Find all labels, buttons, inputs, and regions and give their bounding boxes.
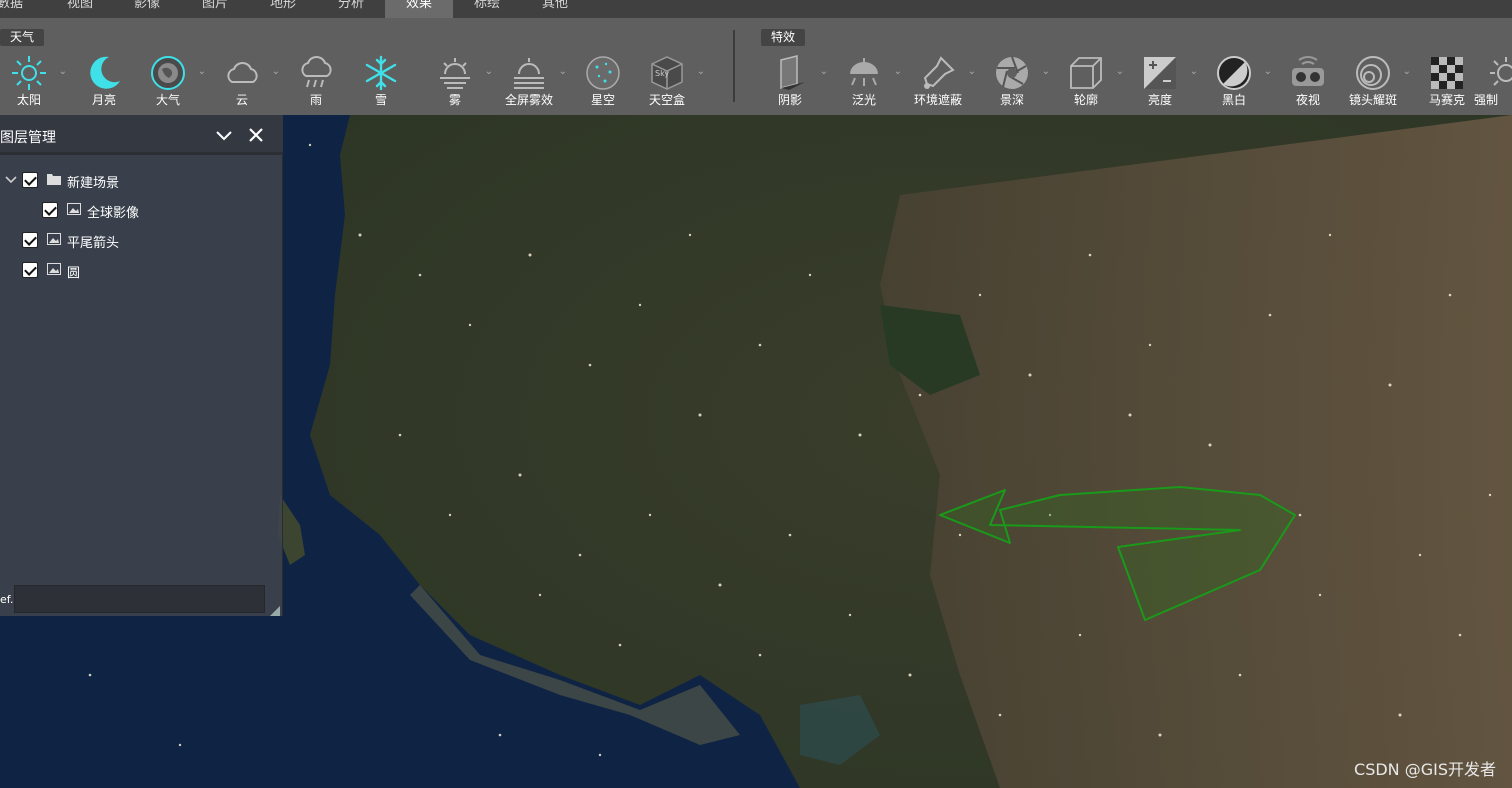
snow-button[interactable]: 雪 (345, 52, 417, 112)
skybox-icon: Sky (648, 54, 686, 92)
effects-group-label: 特效 (761, 29, 806, 46)
layer-checkbox[interactable] (42, 202, 58, 218)
sun-button[interactable]: ⌄ 太阳 (0, 52, 67, 112)
layer-filter-input[interactable] (14, 585, 265, 613)
chevron-down-icon[interactable]: ⌄ (272, 66, 280, 77)
layer-row-global-imagery[interactable]: 全球影像 (24, 200, 274, 222)
chevron-down-icon[interactable]: ⌄ (59, 66, 67, 77)
shadow-icon (771, 54, 809, 92)
brightness-icon (1141, 54, 1179, 92)
rain-icon (297, 54, 335, 92)
image-icon (47, 233, 61, 245)
atmosphere-icon (149, 54, 187, 92)
main-menu-bar: 數据 视图 影像 图片 地形 分析 效果 标绘 其他 (0, 0, 1512, 18)
watermark: CSDN @GIS开发者 (1354, 760, 1496, 779)
panel-title: 图层管理 (0, 130, 56, 146)
moon-icon (85, 54, 123, 92)
bloom-icon (845, 54, 883, 92)
chevron-down-icon[interactable]: ⌄ (198, 66, 206, 77)
layer-checkbox[interactable] (22, 262, 38, 278)
chevron-down-icon[interactable] (4, 173, 18, 187)
cloud-icon (223, 54, 261, 92)
chevron-down-icon[interactable]: ⌄ (1190, 66, 1198, 77)
chevron-down-icon[interactable]: ⌄ (968, 66, 976, 77)
force-button[interactable]: 强制 (1474, 52, 1512, 112)
panel-header: 图层管理 (0, 115, 283, 155)
night-vision-icon (1289, 54, 1327, 92)
tab-effects[interactable]: 效果 (385, 0, 453, 18)
close-icon[interactable] (246, 125, 266, 145)
chevron-down-icon[interactable]: ⌄ (485, 66, 493, 77)
chevron-down-icon[interactable]: ⌄ (1116, 66, 1124, 77)
svg-text:Sky: Sky (655, 69, 669, 78)
chevron-down-icon[interactable] (214, 125, 234, 145)
bloom-button[interactable]: ⌄ 泛光 (828, 52, 902, 112)
fog-icon (436, 54, 474, 92)
outline-button[interactable]: ⌄ 轮廓 (1050, 52, 1124, 112)
layer-row-new-scene[interactable]: 新建场景 (4, 170, 274, 192)
effects-ribbon: 天气 特效 ⌄ 太阳 月亮 ⌄ 大气 ⌄ 云 雨 雪 ⌄ 雾 ⌄ 全屏雾效 星空… (0, 18, 1512, 115)
depth-of-field-icon (993, 54, 1031, 92)
mosaic-icon (1428, 54, 1466, 92)
outline-icon (1067, 54, 1105, 92)
snow-icon (362, 54, 400, 92)
image-icon (47, 263, 61, 275)
skybox-button[interactable]: Sky ⌄ 天空盒 (631, 52, 705, 112)
tab-analysis[interactable]: 分析 (317, 0, 385, 18)
tab-other[interactable]: 其他 (521, 0, 589, 18)
sun-icon (10, 54, 48, 92)
shadow-button[interactable]: ⌄ 阴影 (754, 52, 828, 112)
footer-label: ef. (0, 593, 14, 606)
ambient-occlusion-button[interactable]: ⌄ 环境遮蔽 (902, 52, 976, 112)
chevron-down-icon[interactable]: ⌄ (1042, 66, 1050, 77)
force-icon (1487, 54, 1512, 92)
layer-row-tailed-arrow[interactable]: 平尾箭头 (4, 230, 274, 252)
layer-label: 平尾箭头 (67, 236, 120, 251)
layer-label: 全球影像 (87, 206, 140, 221)
chevron-down-icon[interactable]: ⌄ (559, 66, 567, 77)
tab-image[interactable]: 图片 (181, 0, 249, 18)
tab-imagery[interactable]: 影像 (113, 0, 181, 18)
folder-icon (47, 173, 61, 185)
mosaic-button[interactable]: 马赛克 (1411, 52, 1483, 112)
cloud-button[interactable]: ⌄ 云 (206, 52, 280, 112)
tab-terrain[interactable]: 地形 (249, 0, 317, 18)
fullscreen-fog-icon (510, 54, 548, 92)
black-white-icon (1215, 54, 1253, 92)
ribbon-separator (733, 30, 735, 102)
lens-flare-button[interactable]: ⌄ 镜头耀斑 (1337, 52, 1411, 112)
weather-group-label: 天气 (0, 29, 45, 46)
depth-of-field-button[interactable]: ⌄ 景深 (976, 52, 1050, 112)
layer-label: 圆 (67, 266, 81, 281)
image-icon (67, 203, 81, 215)
chevron-down-icon[interactable]: ⌄ (1403, 66, 1411, 77)
starry-sky-icon (584, 54, 622, 92)
chevron-down-icon[interactable]: ⌄ (1264, 66, 1272, 77)
layer-manager-panel: 图层管理 新建场景 全球影像 平尾箭头 圆 ef. (0, 115, 283, 616)
tab-plotting[interactable]: 标绘 (453, 0, 521, 18)
ambient-occlusion-icon (919, 54, 957, 92)
resize-grip-icon[interactable] (270, 601, 280, 616)
tab-data[interactable]: 數据 (0, 0, 44, 18)
layer-label: 新建场景 (67, 176, 120, 191)
brightness-button[interactable]: ⌄ 亮度 (1124, 52, 1198, 112)
layer-row-circle[interactable]: 圆 (4, 260, 274, 282)
black-white-button[interactable]: ⌄ 黑白 (1198, 52, 1272, 112)
chevron-down-icon[interactable]: ⌄ (697, 66, 705, 77)
layer-checkbox[interactable] (22, 232, 38, 248)
layer-checkbox[interactable] (22, 172, 38, 188)
chevron-down-icon[interactable]: ⌄ (894, 66, 902, 77)
tab-view[interactable]: 视图 (46, 0, 114, 18)
lens-flare-icon (1354, 54, 1392, 92)
fullscreen-fog-button[interactable]: ⌄ 全屏雾效 (493, 52, 567, 112)
fog-button[interactable]: ⌄ 雾 (419, 52, 493, 112)
atmosphere-button[interactable]: ⌄ 大气 (132, 52, 206, 112)
chevron-down-icon[interactable]: ⌄ (820, 66, 828, 77)
